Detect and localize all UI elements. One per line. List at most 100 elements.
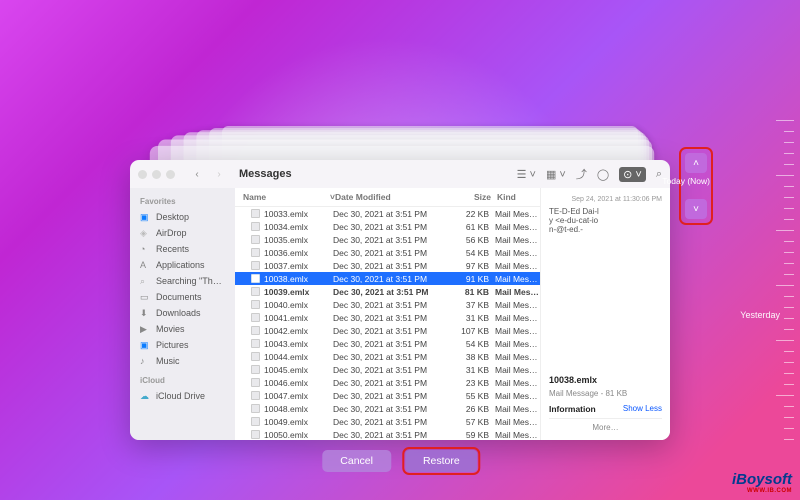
share-icon[interactable]: ⤴ (576, 166, 587, 182)
col-kind[interactable]: Kind (497, 192, 542, 202)
table-row[interactable]: 10041.emlxDec 30, 2021 at 3:51 PM31 KBMa… (235, 311, 540, 324)
file-date: Dec 30, 2021 at 3:51 PM (333, 261, 453, 271)
file-size: 31 KB (453, 365, 495, 375)
sidebar-item-music[interactable]: ♪Music (134, 353, 231, 369)
finder-window: ‹ › Messages ☰ ˅ ▦ ˅ ⤴ ◯ ⊙ ˅ ⌕ Favorites… (130, 160, 670, 440)
file-icon (251, 391, 260, 400)
window-title: Messages (239, 168, 292, 180)
search-icon[interactable]: ⌕ (656, 168, 662, 181)
table-row[interactable]: 10035.emlxDec 30, 2021 at 3:51 PM56 KBMa… (235, 233, 540, 246)
sidebar-item-downloads[interactable]: ⬇Downloads (134, 305, 231, 321)
sidebar-item-airdrop[interactable]: ◈AirDrop (134, 225, 231, 241)
file-icon (251, 300, 260, 309)
sidebar-item-applications[interactable]: AApplications (134, 257, 231, 273)
sidebar: Favorites ▣Desktop◈AirDrop◔RecentsAAppli… (130, 188, 235, 440)
sidebar-icon: ◔ (140, 244, 151, 255)
file-icon (251, 352, 260, 361)
col-date[interactable]: Date Modified (335, 192, 455, 202)
file-kind: Mail Mes… (495, 391, 540, 401)
file-size: 59 KB (453, 430, 495, 440)
table-row[interactable]: 10038.emlxDec 30, 2021 at 3:51 PM91 KBMa… (235, 272, 540, 285)
file-icon (251, 261, 260, 270)
preview-subject: TE-D-Ed Dai-ly <e-du-cat-ion-@t-ed.- (549, 207, 599, 235)
col-name[interactable]: Name (235, 192, 330, 202)
table-row[interactable]: 10042.emlxDec 30, 2021 at 3:51 PM107 KBM… (235, 324, 540, 337)
cancel-button[interactable]: Cancel (322, 450, 391, 472)
sidebar-item-desktop[interactable]: ▣Desktop (134, 209, 231, 225)
file-name: 10033.emlx (264, 209, 308, 219)
file-kind: Mail Mes… (495, 248, 540, 258)
file-date: Dec 30, 2021 at 3:51 PM (333, 287, 453, 297)
table-row[interactable]: 10049.emlxDec 30, 2021 at 3:51 PM57 KBMa… (235, 415, 540, 428)
file-icon (251, 417, 260, 426)
sidebar-icon: ⌕ (140, 276, 151, 287)
sidebar-icon: ▶ (140, 324, 151, 335)
file-icon (251, 222, 260, 231)
table-row[interactable]: 10034.emlxDec 30, 2021 at 3:51 PM61 KBMa… (235, 220, 540, 233)
file-name: 10046.emlx (264, 378, 308, 388)
file-icon (251, 339, 260, 348)
file-kind: Mail Mes… (495, 352, 540, 362)
file-kind: Mail Mes… (495, 300, 540, 310)
file-size: 38 KB (453, 352, 495, 362)
file-icon (251, 235, 260, 244)
table-row[interactable]: 10045.emlxDec 30, 2021 at 3:51 PM31 KBMa… (235, 363, 540, 376)
table-row[interactable]: 10040.emlxDec 30, 2021 at 3:51 PM37 KBMa… (235, 298, 540, 311)
sidebar-item-pictures[interactable]: ▣Pictures (134, 337, 231, 353)
timeline-up-button[interactable]: ˄ (685, 153, 707, 173)
file-size: 97 KB (453, 261, 495, 271)
sidebar-item-icloud-drive[interactable]: ☁ iCloud Drive (134, 388, 231, 404)
file-size: 61 KB (453, 222, 495, 232)
file-name: 10041.emlx (264, 313, 308, 323)
min-dot[interactable] (152, 170, 161, 179)
file-kind: Mail Mes… (495, 235, 540, 245)
table-row[interactable]: 10047.emlxDec 30, 2021 at 3:51 PM55 KBMa… (235, 389, 540, 402)
table-row[interactable]: 10043.emlxDec 30, 2021 at 3:51 PM54 KBMa… (235, 337, 540, 350)
file-name: 10038.emlx (264, 274, 308, 284)
action-icon[interactable]: ⊙ ˅ (619, 167, 646, 182)
file-kind: Mail Mes… (495, 378, 540, 388)
sidebar-icon: ♪ (140, 356, 151, 367)
show-less-link[interactable]: Show Less (623, 404, 662, 414)
preview-filename: 10038.emlx (549, 375, 662, 385)
file-size: 56 KB (453, 235, 495, 245)
file-size: 54 KB (453, 248, 495, 258)
col-size[interactable]: Size (455, 192, 497, 202)
table-row[interactable]: 10044.emlxDec 30, 2021 at 3:51 PM38 KBMa… (235, 350, 540, 363)
max-dot[interactable] (166, 170, 175, 179)
list-header[interactable]: Name ˅ Date Modified Size Kind (235, 188, 540, 207)
close-dot[interactable] (138, 170, 147, 179)
file-icon (251, 326, 260, 335)
file-name: 10044.emlx (264, 352, 308, 362)
tag-icon[interactable]: ◯ (597, 168, 609, 181)
file-date: Dec 30, 2021 at 3:51 PM (333, 313, 453, 323)
grid-view-icon[interactable]: ▦ ˅ (546, 168, 566, 181)
file-icon (251, 274, 260, 283)
table-row[interactable]: 10050.emlxDec 30, 2021 at 3:51 PM59 KBMa… (235, 428, 540, 440)
back-button[interactable]: ‹ (189, 166, 205, 182)
file-kind: Mail Mes… (495, 339, 540, 349)
table-row[interactable]: 10036.emlxDec 30, 2021 at 3:51 PM54 KBMa… (235, 246, 540, 259)
timeline-down-button[interactable]: ˅ (685, 199, 707, 219)
preview-more[interactable]: More… (549, 423, 662, 432)
sidebar-item-recents[interactable]: ◔Recents (134, 241, 231, 257)
file-size: 31 KB (453, 313, 495, 323)
sidebar-item-documents[interactable]: ▭Documents (134, 289, 231, 305)
restore-button[interactable]: Restore (405, 450, 478, 472)
table-row[interactable]: 10037.emlxDec 30, 2021 at 3:51 PM97 KBMa… (235, 259, 540, 272)
sidebar-item-searching-th-[interactable]: ⌕Searching "Th… (134, 273, 231, 289)
file-kind: Mail Mes… (495, 417, 540, 427)
file-name: 10049.emlx (264, 417, 308, 427)
sidebar-heading-favorites: Favorites (134, 194, 231, 209)
sidebar-item-movies[interactable]: ▶Movies (134, 321, 231, 337)
table-row[interactable]: 10039.emlxDec 30, 2021 at 3:51 PM81 KBMa… (235, 285, 540, 298)
table-row[interactable]: 10048.emlxDec 30, 2021 at 3:51 PM26 KBMa… (235, 402, 540, 415)
file-icon (251, 287, 260, 296)
table-row[interactable]: 10033.emlxDec 30, 2021 at 3:51 PM22 KBMa… (235, 207, 540, 220)
forward-button[interactable]: › (211, 166, 227, 182)
file-size: 81 KB (453, 287, 495, 297)
table-row[interactable]: 10046.emlxDec 30, 2021 at 3:51 PM23 KBMa… (235, 376, 540, 389)
file-name: 10043.emlx (264, 339, 308, 349)
file-date: Dec 30, 2021 at 3:51 PM (333, 235, 453, 245)
list-view-icon[interactable]: ☰ ˅ (517, 168, 536, 181)
